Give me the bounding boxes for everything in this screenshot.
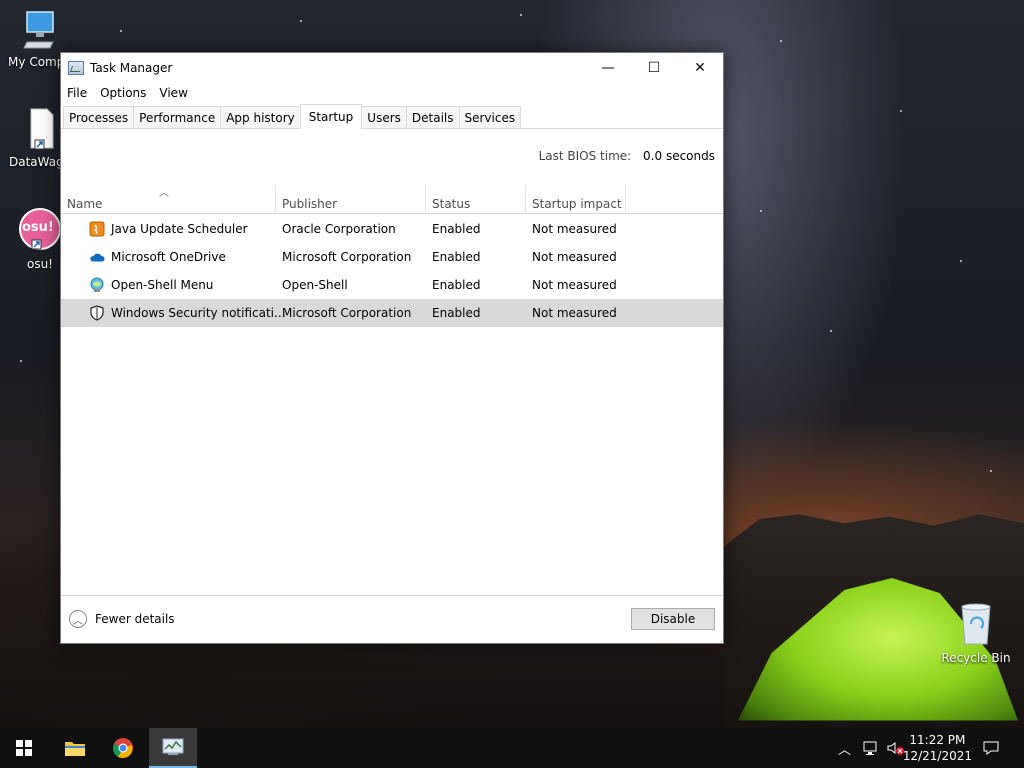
cell-impact: Not measured <box>532 250 617 264</box>
cell-impact: Not measured <box>532 306 617 320</box>
taskbar-task-manager[interactable] <box>149 728 197 768</box>
taskbar-chrome[interactable] <box>100 728 146 768</box>
table-row[interactable]: Open-Shell Menu Open-Shell Enabled Not m… <box>61 271 723 299</box>
cell-name: Open-Shell Menu <box>111 278 214 292</box>
column-header-row: ︿ Name Publisher Status Startup impact <box>61 185 723 214</box>
tab-services[interactable]: Services <box>458 106 522 128</box>
title-bar[interactable]: Task Manager — ☐ ✕ <box>61 53 723 83</box>
tab-strip: Processes Performance App history Startu… <box>61 103 723 129</box>
tab-details[interactable]: Details <box>405 106 460 128</box>
network-icon[interactable] <box>862 728 880 768</box>
bios-value: 0.0 seconds <box>643 149 715 163</box>
tab-performance[interactable]: Performance <box>133 106 222 128</box>
tab-processes[interactable]: Processes <box>63 106 135 128</box>
clock-time: 11:22 PM <box>909 733 966 747</box>
sort-up-icon: ︿ <box>159 188 169 199</box>
cell-name: Microsoft OneDrive <box>111 250 226 264</box>
notification-center-icon[interactable] <box>982 728 1000 768</box>
cell-publisher: Open-Shell <box>282 278 348 292</box>
windows-logo-icon <box>16 740 32 756</box>
bios-label: Last BIOS time: <box>538 149 632 163</box>
star <box>760 210 762 212</box>
menu-view[interactable]: View <box>159 86 194 100</box>
onedrive-icon <box>89 249 105 265</box>
startup-list: Java Update Scheduler Oracle Corporation… <box>61 215 723 327</box>
computer-icon <box>23 11 54 49</box>
star <box>20 360 22 362</box>
menu-bar: File Options View <box>61 83 723 103</box>
taskbar: ︿ 11:22 PM 12/21/2021 <box>0 728 1024 768</box>
star <box>300 20 302 22</box>
minimize-button[interactable]: — <box>585 53 631 83</box>
java-icon <box>89 221 105 237</box>
star <box>780 40 782 42</box>
system-clock[interactable]: 11:22 PM 12/21/2021 <box>903 732 972 764</box>
cell-publisher: Oracle Corporation <box>282 222 396 236</box>
chrome-icon <box>113 738 133 759</box>
star <box>830 330 832 332</box>
file-shortcut-icon <box>30 108 54 150</box>
column-header-status[interactable]: Status <box>426 185 526 214</box>
clock-date: 12/21/2021 <box>902 749 972 763</box>
cell-status: Enabled <box>432 250 481 264</box>
star <box>900 110 902 112</box>
menu-options[interactable]: Options <box>100 86 153 100</box>
task-manager-icon <box>68 61 84 75</box>
column-header-publisher[interactable]: Publisher <box>276 185 426 214</box>
window-title: Task Manager <box>90 61 173 75</box>
cell-status: Enabled <box>432 278 481 292</box>
start-button[interactable] <box>0 728 48 768</box>
cell-status: Enabled <box>432 306 481 320</box>
column-header-startup-impact[interactable]: Startup impact <box>526 185 626 214</box>
table-row[interactable]: Windows Security notificati... Microsoft… <box>61 299 723 327</box>
table-row[interactable]: Java Update Scheduler Oracle Corporation… <box>61 215 723 243</box>
tab-users[interactable]: Users <box>361 106 407 128</box>
fewer-details-label: Fewer details <box>95 612 175 626</box>
open-shell-icon <box>89 277 105 293</box>
column-header-label: Publisher <box>282 197 338 211</box>
window-footer: ︿ Fewer details Disable <box>61 595 723 643</box>
close-button[interactable]: ✕ <box>677 53 723 83</box>
tab-startup[interactable]: Startup <box>299 104 363 129</box>
folder-icon <box>65 742 85 756</box>
cell-impact: Not measured <box>532 278 617 292</box>
taskbar-file-explorer[interactable] <box>52 728 98 768</box>
table-row[interactable]: Microsoft OneDrive Microsoft Corporation… <box>61 243 723 271</box>
shield-icon <box>89 305 105 321</box>
star <box>120 30 122 32</box>
tab-app-history[interactable]: App history <box>220 106 301 128</box>
desktop-icon-label: Recycle Bin <box>941 651 1011 665</box>
task-manager-window: Task Manager — ☐ ✕ File Options View Pro… <box>60 52 724 644</box>
recycle-bin-icon <box>961 603 991 645</box>
column-header-label: Status <box>432 197 471 211</box>
star <box>990 470 992 472</box>
column-header-name[interactable]: ︿ Name <box>61 185 276 214</box>
cell-status: Enabled <box>432 222 481 236</box>
column-header-label: Name <box>67 197 103 211</box>
desktop-icon-recycle-bin[interactable]: Recycle Bin <box>936 602 1016 665</box>
cell-name: Java Update Scheduler <box>111 222 248 236</box>
last-bios-time: Last BIOS time: 0.0 seconds <box>539 149 715 163</box>
cell-name: Windows Security notificati... <box>111 306 286 320</box>
cell-publisher: Microsoft Corporation <box>282 250 412 264</box>
fewer-details-link[interactable]: ︿ Fewer details <box>69 610 175 628</box>
disable-button[interactable]: Disable <box>631 608 715 630</box>
column-header-label: Startup impact <box>532 197 622 211</box>
show-hidden-icons-button[interactable]: ︿ <box>838 728 851 768</box>
chevron-up-icon: ︿ <box>69 610 87 628</box>
cell-publisher: Microsoft Corporation <box>282 306 412 320</box>
star <box>960 260 962 262</box>
osu-badge-text: osu! <box>22 220 54 235</box>
star <box>520 14 522 16</box>
maximize-button[interactable]: ☐ <box>631 53 677 83</box>
cell-impact: Not measured <box>532 222 617 236</box>
task-manager-icon <box>162 738 184 755</box>
menu-file[interactable]: File <box>67 86 94 100</box>
